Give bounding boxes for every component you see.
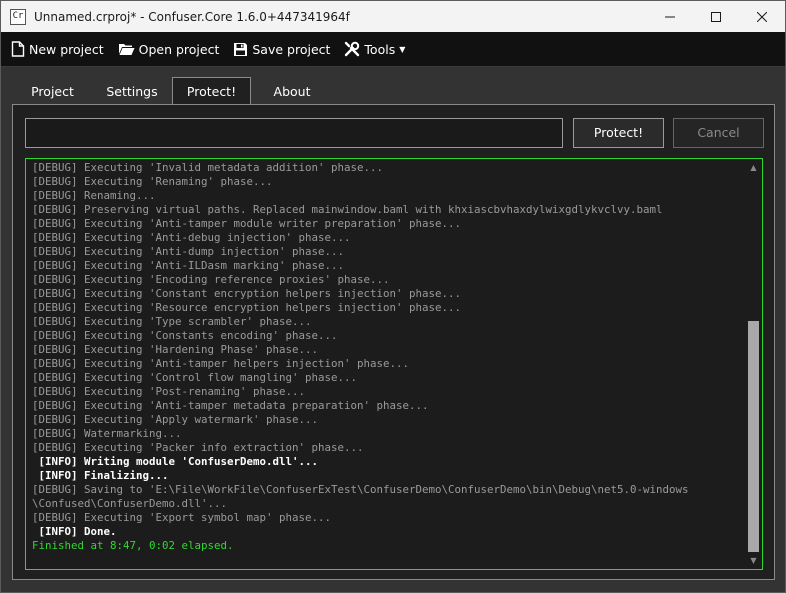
log-line: Finished at 8:47, 0:02 elapsed. <box>32 539 234 552</box>
new-project-label: New project <box>29 41 104 57</box>
new-project-button[interactable]: New project <box>7 36 108 62</box>
log-line: [DEBUG] Executing 'Type scrambler' phase… <box>32 315 312 328</box>
log-line: [DEBUG] Executing 'Renaming' phase... <box>32 175 273 188</box>
log-line: [INFO] Finalizing... <box>32 469 169 482</box>
cancel-button[interactable]: Cancel <box>673 118 764 148</box>
tab-settings[interactable]: Settings <box>92 79 172 105</box>
log-output[interactable]: [DEBUG] Executing 'Invalid metadata addi… <box>25 158 763 570</box>
log-line: [DEBUG] Executing 'Anti-tamper metadata … <box>32 399 429 412</box>
save-project-label: Save project <box>252 41 331 57</box>
log-line: [DEBUG] Executing 'Anti-debug injection'… <box>32 231 351 244</box>
log-line: [DEBUG] Watermarking... <box>32 427 182 440</box>
log-line: [DEBUG] Executing 'Post-renaming' phase.… <box>32 385 306 398</box>
title-bar[interactable]: Cr Unnamed.crproj* - Confuser.Core 1.6.0… <box>1 1 785 32</box>
log-line: [INFO] Writing module 'ConfuserDemo.dll'… <box>32 455 319 468</box>
protect-panel: Protect! Cancel [DEBUG] Executing 'Inval… <box>12 104 775 580</box>
close-icon <box>757 11 767 22</box>
log-line: [DEBUG] Executing 'Encoding reference pr… <box>32 273 390 286</box>
scroll-down-icon[interactable]: ▼ <box>747 554 760 567</box>
floppy-disk-icon <box>234 42 248 56</box>
protect-button[interactable]: Protect! <box>573 118 664 148</box>
log-line: [DEBUG] Executing 'Apply watermark' phas… <box>32 413 319 426</box>
log-line: [DEBUG] Executing 'Constant encryption h… <box>32 287 462 300</box>
log-line: [DEBUG] Renaming... <box>32 189 156 202</box>
open-project-label: Open project <box>138 41 220 57</box>
log-line: [INFO] Done. <box>32 525 117 538</box>
window-title: Unnamed.crproj* - Confuser.Core 1.6.0+44… <box>34 9 350 24</box>
log-line: [DEBUG] Executing 'Anti-tamper module wr… <box>32 217 462 230</box>
log-line: [DEBUG] Executing 'Hardening Phase' phas… <box>32 343 319 356</box>
tab-project[interactable]: Project <box>13 79 92 105</box>
log-line: [DEBUG] Executing 'Invalid metadata addi… <box>32 161 384 174</box>
log-scrollbar[interactable]: ▲ ▼ <box>747 161 760 567</box>
scrollbar-thumb[interactable] <box>748 321 759 552</box>
app-icon: Cr <box>10 8 26 25</box>
minimize-button[interactable] <box>647 1 693 32</box>
log-line: [DEBUG] Executing 'Anti-tamper helpers i… <box>32 357 410 370</box>
tools-menu-button[interactable]: Tools ▼ <box>340 36 409 62</box>
log-line: [DEBUG] Executing 'Constants encoding' p… <box>32 329 338 342</box>
tab-strip: Project Settings Protect! About <box>13 77 333 105</box>
log-line: [DEBUG] Executing 'Packer info extractio… <box>32 441 364 454</box>
tools-icon <box>345 41 360 57</box>
minimize-icon <box>665 16 675 17</box>
log-line: [DEBUG] Executing 'Control flow mangling… <box>32 371 358 384</box>
tab-protect[interactable]: Protect! <box>172 77 251 105</box>
log-line: [DEBUG] Executing 'Export symbol map' ph… <box>32 511 332 524</box>
folder-open-icon <box>118 44 135 55</box>
log-line: [DEBUG] Executing 'Resource encryption h… <box>32 301 462 314</box>
log-line: [DEBUG] Saving to 'E:\File\WorkFile\Conf… <box>32 483 689 496</box>
window-controls <box>647 1 785 32</box>
log-line: \Confused\ConfuserDemo.dll'... <box>32 497 228 510</box>
log-line: [DEBUG] Preserving virtual paths. Replac… <box>32 203 663 216</box>
maximize-icon <box>711 11 721 22</box>
maximize-button[interactable] <box>693 1 739 32</box>
tools-label: Tools <box>364 41 396 57</box>
output-path-input[interactable] <box>25 118 563 148</box>
log-lines: [DEBUG] Executing 'Invalid metadata addi… <box>32 161 742 553</box>
new-file-icon <box>11 41 25 57</box>
log-line: [DEBUG] Executing 'Anti-dump injection' … <box>32 245 345 258</box>
toolbar: New project Open project Save project To… <box>1 32 785 67</box>
open-project-button[interactable]: Open project <box>114 36 224 62</box>
save-project-button[interactable]: Save project <box>229 36 334 62</box>
log-line: [DEBUG] Executing 'Anti-ILDasm marking' … <box>32 259 345 272</box>
app-window: Cr Unnamed.crproj* - Confuser.Core 1.6.0… <box>0 0 786 593</box>
close-button[interactable] <box>739 1 785 32</box>
chevron-down-icon: ▼ <box>399 44 406 54</box>
tab-about[interactable]: About <box>251 79 333 105</box>
scroll-up-icon[interactable]: ▲ <box>747 161 760 174</box>
